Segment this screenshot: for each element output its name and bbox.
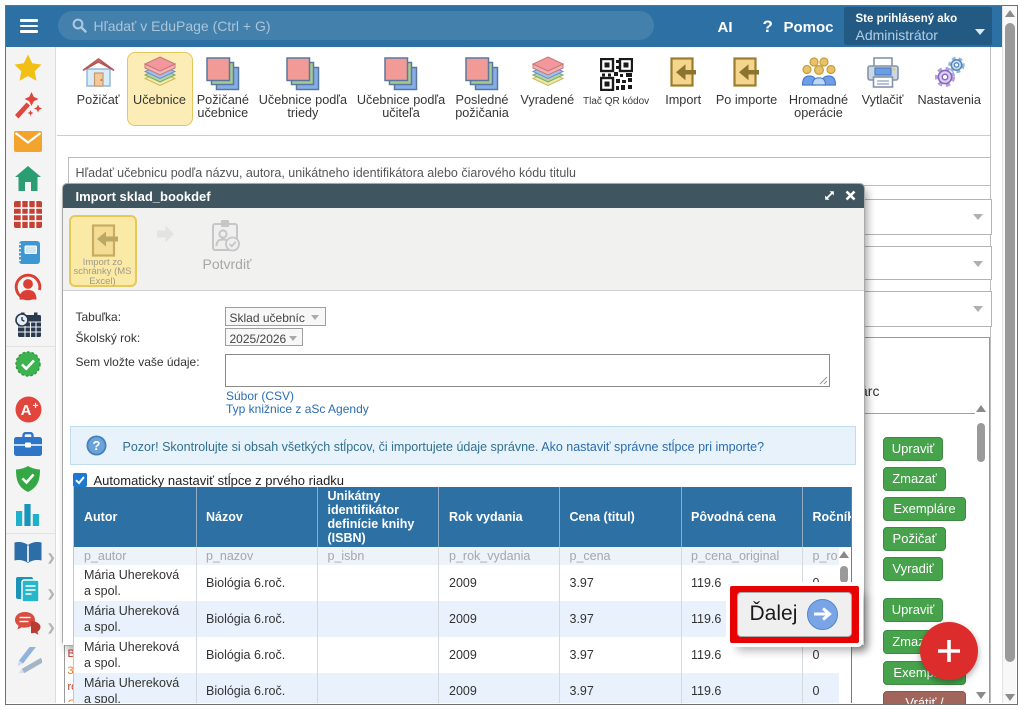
svg-text:?: ? — [92, 438, 100, 453]
svg-text:+: + — [33, 401, 39, 412]
svg-text:A: A — [21, 402, 32, 419]
